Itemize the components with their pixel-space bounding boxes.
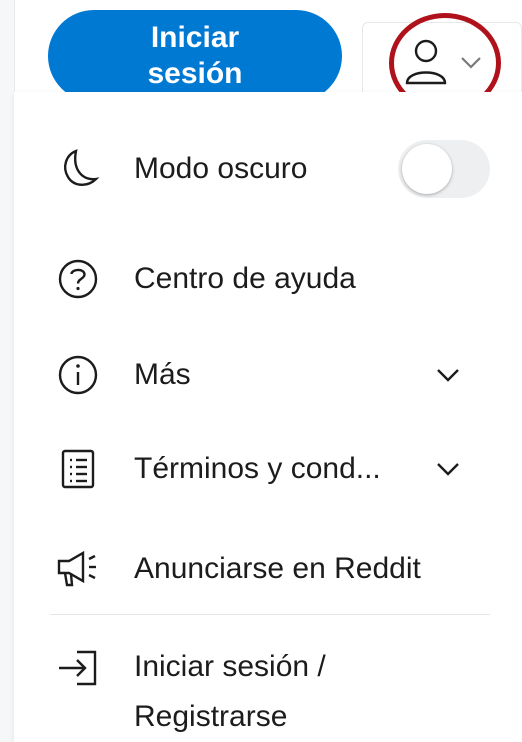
menu-item-label: Centro de ayuda (134, 262, 356, 295)
menu-item-label: Modo oscuro (134, 152, 308, 185)
question-circle-icon (54, 255, 102, 303)
person-icon (399, 35, 453, 89)
user-dropdown-menu: Modo oscuro Centro de ayuda Más Términos… (14, 92, 522, 742)
page: Iniciar sesión Modo oscuro Centro de ayu… (0, 0, 522, 742)
menu-divider (50, 614, 490, 615)
menu-item-terms[interactable]: Términos y cond... (14, 444, 522, 494)
moon-icon (54, 145, 102, 193)
chevron-down-icon (459, 53, 483, 71)
dark-mode-toggle[interactable] (398, 140, 490, 198)
login-arrow-icon (54, 644, 102, 692)
toggle-knob (402, 144, 452, 194)
chevron-down-icon (434, 459, 462, 479)
menu-item-label: Iniciar sesión / Registrarse (134, 650, 326, 733)
user-menu-button[interactable] (362, 22, 522, 100)
login-button[interactable]: Iniciar sesión (48, 10, 342, 102)
menu-item-label: Más (134, 358, 191, 391)
menu-item-more[interactable]: Más (14, 350, 522, 400)
menu-item-label: Anunciarse en Reddit (134, 552, 421, 585)
document-list-icon (54, 445, 102, 493)
chevron-down-icon (434, 365, 462, 385)
info-circle-icon (54, 351, 102, 399)
background-page-edge (0, 0, 15, 742)
menu-item-label: Términos y cond... (134, 452, 381, 485)
menu-item-advertise[interactable]: Anunciarse en Reddit (14, 544, 522, 594)
menu-item-login-register[interactable]: Iniciar sesión / Registrarse (14, 642, 522, 742)
menu-item-help-center[interactable]: Centro de ayuda (14, 254, 522, 304)
megaphone-icon (54, 545, 102, 593)
